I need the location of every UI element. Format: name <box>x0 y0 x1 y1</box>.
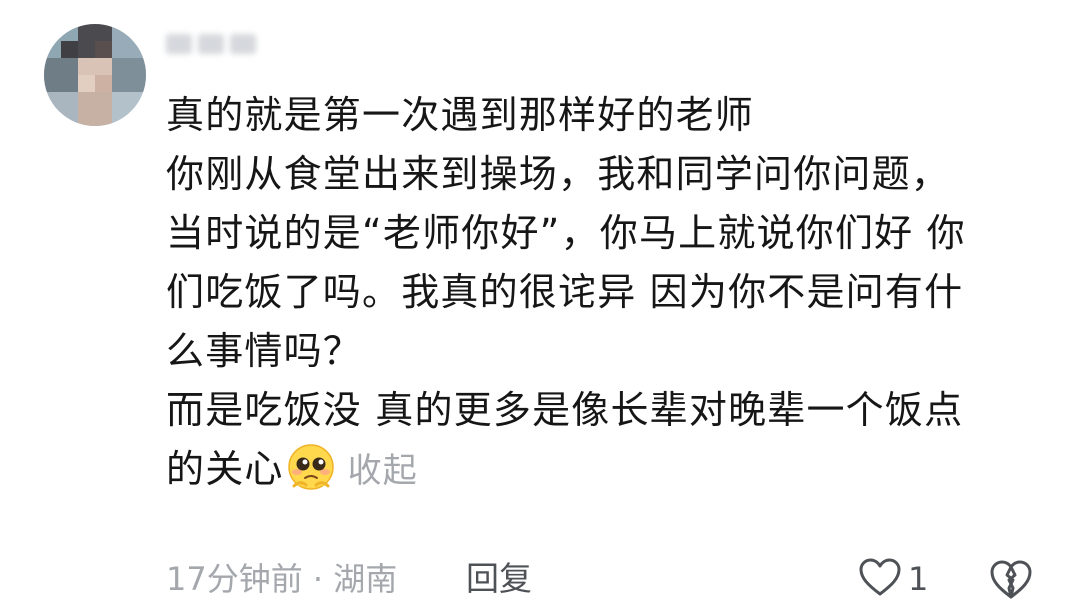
location: 湖南 <box>333 560 398 598</box>
comment-line-text: 的关心 <box>166 447 284 491</box>
username-blurred[interactable] <box>166 30 276 58</box>
comment-line: 么事情吗？ <box>166 329 363 373</box>
reply-button[interactable]: 回复 <box>466 557 532 601</box>
comment-meta: 17分钟前 · 湖南 <box>166 557 397 601</box>
pleading-face-emoji <box>286 442 336 492</box>
comment-item: 真的就是第一次遇到那样好的老师 你刚从食堂出来到操场，我和同学问你问题， 当时说… <box>0 0 1080 616</box>
comment-line: 而是吃饭没 真的更多是像长辈对晚辈一个饭点 <box>166 388 964 432</box>
avatar[interactable] <box>44 24 146 126</box>
broken-heart-outline-icon <box>988 560 1034 606</box>
like-count: 1 <box>908 560 929 598</box>
heart-outline-icon <box>858 557 902 601</box>
comment-line: 你刚从食堂出来到操场，我和同学问你问题， <box>166 152 951 196</box>
comment-last-line: 的关心 收起 <box>166 440 1046 501</box>
like-button[interactable]: 1 <box>858 556 928 602</box>
comment-body: 真的就是第一次遇到那样好的老师 你刚从食堂出来到操场，我和同学问你问题， 当时说… <box>166 86 1046 501</box>
comment-line: 当时说的是“老师你好”，你马上就说你们好 你 <box>166 211 966 255</box>
collapse-link[interactable]: 收起 <box>348 451 418 491</box>
comment-line: 们吃饭了吗。我真的很诧异 因为你不是问有什 <box>166 270 964 314</box>
comment-line: 真的就是第一次遇到那样好的老师 <box>166 93 755 137</box>
dislike-button[interactable] <box>988 556 1034 602</box>
timestamp: 17分钟前 <box>166 560 303 598</box>
meta-separator: · <box>312 560 324 598</box>
